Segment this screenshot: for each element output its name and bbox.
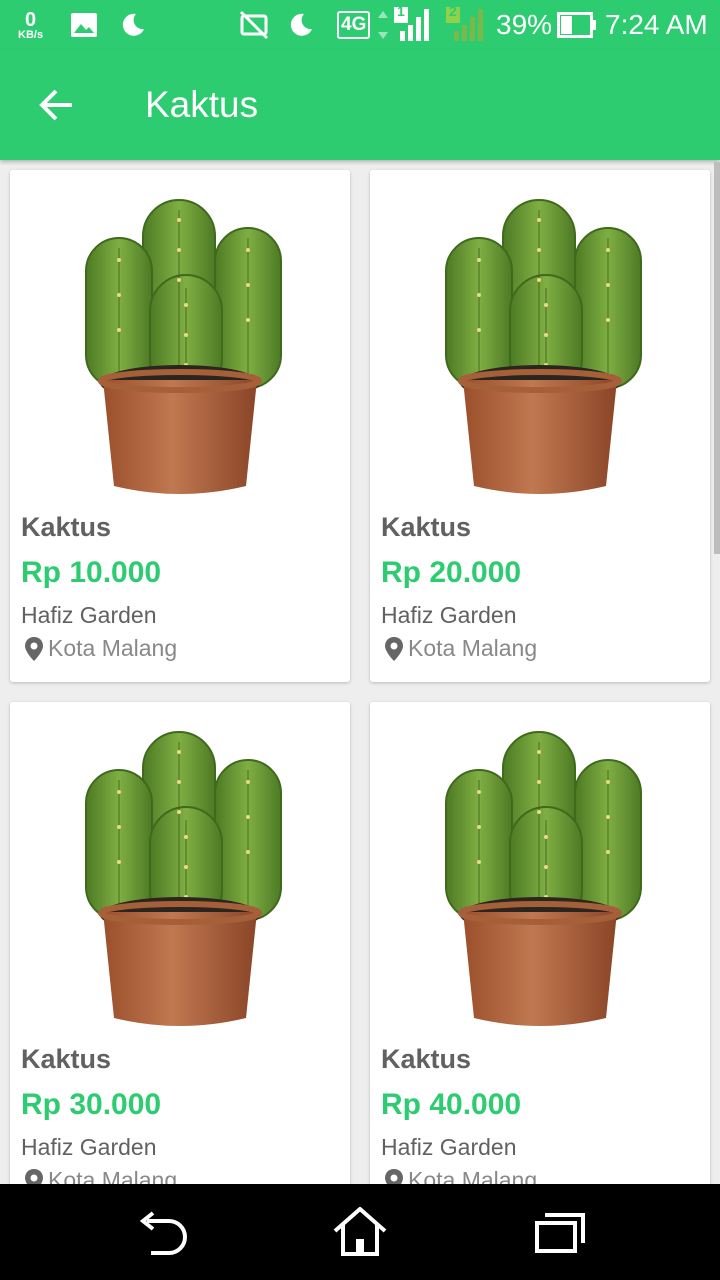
product-location: Kota Malang bbox=[384, 1167, 537, 1184]
product-price: Rp 40.000 bbox=[381, 1088, 522, 1121]
cactus-illustration bbox=[445, 731, 642, 1026]
product-image bbox=[10, 702, 350, 1042]
clock: 7:24 AM bbox=[605, 9, 708, 40]
product-name: Kaktus bbox=[381, 1044, 472, 1074]
nav-back-icon bbox=[139, 1211, 187, 1255]
net-speed-indicator: 0 KB/s bbox=[18, 0, 43, 50]
network-type-label: 4G bbox=[337, 11, 371, 39]
scrollbar[interactable] bbox=[714, 162, 720, 554]
product-name: Kaktus bbox=[21, 1044, 112, 1074]
product-location-label: Kota Malang bbox=[48, 635, 178, 661]
product-price: Rp 20.000 bbox=[381, 556, 522, 589]
nav-recents-icon bbox=[535, 1213, 585, 1253]
product-location: Kota Malang bbox=[24, 1167, 177, 1184]
signal-sim2-icon: 2 bbox=[446, 0, 488, 50]
cactus-illustration bbox=[85, 199, 282, 494]
cactus-illustration bbox=[85, 731, 282, 1026]
net-speed-value: 0 bbox=[24, 8, 37, 31]
product-grid: Kaktus Rp 10.000 Hafiz Garden Kota Malan… bbox=[0, 160, 720, 1184]
app-bar: Kaktus bbox=[0, 50, 720, 160]
signal-sim1-icon: 1 bbox=[378, 0, 434, 50]
product-shop: Hafiz Garden bbox=[21, 1134, 157, 1160]
product-card[interactable]: Kaktus Rp 30.000 Hafiz Garden Kota Malan… bbox=[10, 702, 350, 1184]
location-pin-icon bbox=[385, 1168, 403, 1184]
product-shop: Hafiz Garden bbox=[381, 1134, 517, 1160]
product-image bbox=[370, 702, 710, 1042]
location-pin-icon bbox=[25, 1168, 43, 1184]
product-shop: Hafiz Garden bbox=[381, 602, 517, 628]
battery-icon bbox=[557, 0, 597, 50]
network-type-badge: 4G bbox=[337, 0, 371, 50]
arrow-back-icon bbox=[39, 89, 72, 121]
sim2-label: 2 bbox=[449, 3, 457, 19]
product-name: Kaktus bbox=[381, 512, 472, 542]
product-price: Rp 30.000 bbox=[21, 1088, 162, 1121]
nav-recents-button[interactable] bbox=[530, 1202, 590, 1262]
product-location-label: Kota Malang bbox=[48, 1167, 178, 1184]
product-card[interactable]: Kaktus Rp 20.000 Hafiz Garden Kota Malan… bbox=[370, 170, 710, 682]
product-card[interactable]: Kaktus Rp 40.000 Hafiz Garden Kota Malan… bbox=[370, 702, 710, 1184]
moon-icon-2 bbox=[286, 0, 314, 50]
product-location-label: Kota Malang bbox=[408, 635, 538, 661]
nav-home-icon bbox=[333, 1207, 387, 1256]
nav-back-button[interactable] bbox=[130, 1202, 190, 1262]
product-price: Rp 10.000 bbox=[21, 556, 162, 589]
page-title: Kaktus bbox=[145, 84, 259, 125]
product-card[interactable]: Kaktus Rp 10.000 Hafiz Garden Kota Malan… bbox=[10, 170, 350, 682]
location-pin-icon bbox=[25, 636, 43, 661]
status-bar: 0 KB/s 4G 1 2 39% 7:24 AM bbox=[0, 0, 720, 50]
battery-percent: 39% bbox=[496, 9, 553, 40]
nav-home-button[interactable] bbox=[330, 1202, 390, 1262]
product-image bbox=[370, 170, 710, 510]
no-sim-icon bbox=[238, 0, 270, 50]
cactus-illustration bbox=[445, 199, 642, 494]
product-shop: Hafiz Garden bbox=[21, 602, 157, 628]
product-location: Kota Malang bbox=[24, 635, 177, 662]
system-nav-bar bbox=[0, 1184, 720, 1280]
product-location-label: Kota Malang bbox=[408, 1167, 538, 1184]
product-name: Kaktus bbox=[21, 512, 112, 542]
product-image bbox=[10, 170, 350, 510]
screen: 0 KB/s 4G 1 2 39% 7:24 AM Kaktus Kaktus … bbox=[0, 0, 720, 1280]
back-button[interactable] bbox=[28, 77, 84, 133]
location-pin-icon bbox=[385, 636, 403, 661]
moon-icon bbox=[118, 0, 146, 50]
gallery-icon bbox=[70, 0, 98, 50]
net-speed-unit: KB/s bbox=[18, 28, 44, 41]
product-location: Kota Malang bbox=[384, 635, 537, 662]
sim1-label: 1 bbox=[397, 3, 405, 19]
